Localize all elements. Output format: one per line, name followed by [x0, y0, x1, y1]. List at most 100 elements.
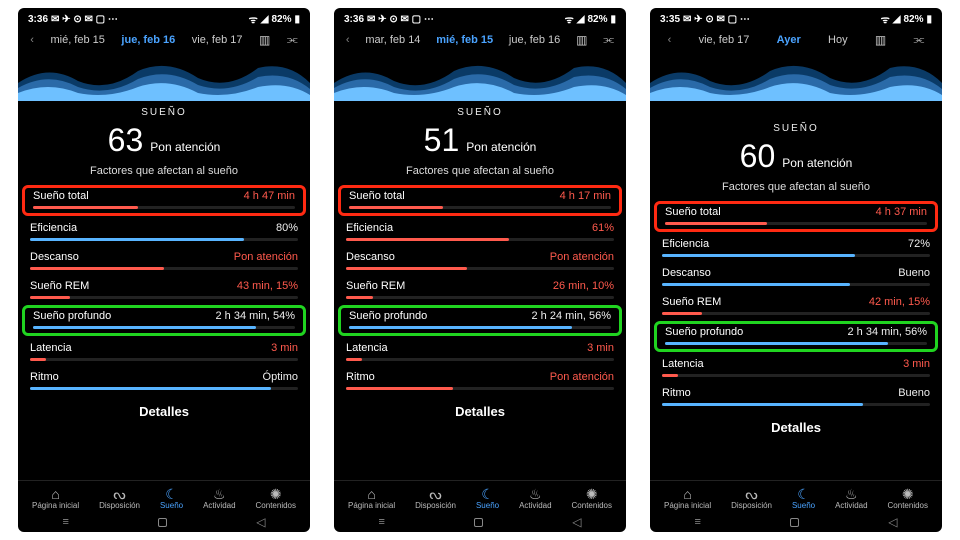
metric-rem[interactable]: Sueño REM42 min, 15%: [650, 292, 942, 319]
factors-title: Factores que afectan al sueño: [650, 181, 942, 193]
tab-activity[interactable]: ♨Actividad: [519, 487, 551, 510]
home-nav-icon[interactable]: [790, 518, 799, 527]
date-current[interactable]: jue, feb 16: [121, 34, 175, 46]
share-icon[interactable]: ⫘: [914, 32, 925, 47]
back-nav-icon[interactable]: ◁: [572, 515, 581, 529]
details-heading[interactable]: Detalles: [18, 404, 310, 419]
phone-screenshot-3: 3:35 ✉ ✈ ⊙ ✉ ▢ ⋯ ᯤ ◢ 82% ▮ ‹ vie, feb 17…: [650, 8, 942, 532]
metric-lat[interactable]: Latencia3 min: [334, 338, 626, 365]
metric-label: Eficiencia: [346, 222, 393, 234]
metric-bar: [662, 312, 930, 315]
back-icon[interactable]: ‹: [346, 34, 350, 46]
metric-rit[interactable]: RitmoBueno: [650, 383, 942, 410]
metric-value: 2 h 34 min, 54%: [216, 310, 296, 322]
metric-label: Ritmo: [662, 387, 691, 399]
metric-eff[interactable]: Eficiencia72%: [650, 234, 942, 261]
status-bar: 3:36 ✉ ✈ ⊙ ✉ ▢ ⋯ ᯤ ◢ 82% ▮: [334, 8, 626, 28]
date-selector[interactable]: ‹ mié, feb 15 jue, feb 16 vie, feb 17 ▥ …: [18, 28, 310, 53]
metric-lat[interactable]: Latencia3 min: [650, 354, 942, 381]
details-heading[interactable]: Detalles: [650, 420, 942, 435]
date-prev[interactable]: vie, feb 17: [699, 34, 750, 46]
battery-text: 82%: [903, 14, 923, 25]
metric-rest[interactable]: DescansoBueno: [650, 263, 942, 290]
status-icons: ✉ ✈ ⊙ ✉ ▢ ⋯: [683, 14, 750, 25]
metric-rem[interactable]: Sueño REM43 min, 15%: [18, 276, 310, 303]
sleep-score: 51: [424, 122, 460, 159]
date-prev[interactable]: mar, feb 14: [365, 34, 420, 46]
back-icon[interactable]: ‹: [668, 34, 672, 46]
metric-deep[interactable]: Sueño profundo2 h 34 min, 54%: [22, 305, 306, 336]
calendar-icon[interactable]: ▥: [875, 33, 886, 47]
section-title: SUEÑO: [334, 107, 626, 118]
metric-bar: [346, 358, 614, 361]
metric-eff[interactable]: Eficiencia61%: [334, 218, 626, 245]
metric-total[interactable]: Sueño total4 h 47 min: [22, 185, 306, 216]
tab-sleep[interactable]: ☾Sueño: [160, 487, 183, 510]
metric-total[interactable]: Sueño total 4 h 37 min: [654, 201, 938, 232]
home-nav-icon[interactable]: [474, 518, 483, 527]
back-icon[interactable]: ‹: [30, 34, 34, 46]
date-next[interactable]: jue, feb 16: [509, 34, 560, 46]
share-icon[interactable]: ⫘: [603, 32, 614, 47]
moon-icon: ☾: [160, 487, 183, 501]
date-current[interactable]: Ayer: [777, 34, 801, 46]
metric-lat[interactable]: Latencia3 min: [18, 338, 310, 365]
tab-sleep[interactable]: ☾Sueño: [476, 487, 499, 510]
section-title: SUEÑO: [18, 107, 310, 118]
metric-rit[interactable]: RitmoÓptimo: [18, 367, 310, 394]
metric-deep[interactable]: Sueño profundo2 h 34 min, 56%: [654, 321, 938, 352]
tab-content[interactable]: ✺Contenidos: [572, 487, 612, 510]
date-prev[interactable]: mié, feb 15: [50, 34, 104, 46]
metric-label: Sueño total: [665, 206, 721, 218]
tab-home[interactable]: ⌂Página inicial: [664, 487, 711, 510]
date-next[interactable]: Hoy: [828, 34, 848, 46]
tab-activity[interactable]: ♨Actividad: [835, 487, 867, 510]
android-navbar: ≡ ◁: [18, 514, 310, 530]
date-selector[interactable]: ‹ mar, feb 14 mié, feb 15 jue, feb 16 ▥ …: [334, 28, 626, 53]
details-heading[interactable]: Detalles: [334, 404, 626, 419]
sleep-stages-chart[interactable]: [650, 53, 942, 101]
sleep-stages-chart[interactable]: [334, 53, 626, 101]
metric-rit[interactable]: RitmoPon atención: [334, 367, 626, 394]
home-nav-icon[interactable]: [158, 518, 167, 527]
metric-eff[interactable]: Eficiencia80%: [18, 218, 310, 245]
date-current[interactable]: mié, feb 15: [436, 34, 493, 46]
back-nav-icon[interactable]: ◁: [256, 515, 265, 529]
tab-sleep[interactable]: ☾Sueño: [792, 487, 815, 510]
back-nav-icon[interactable]: ◁: [888, 515, 897, 529]
home-icon: ⌂: [32, 487, 79, 501]
tab-content[interactable]: ✺Contenidos: [888, 487, 928, 510]
calendar-icon[interactable]: ▥: [576, 33, 587, 47]
score-row: 51 Pon atención: [334, 122, 626, 159]
metric-rem[interactable]: Sueño REM26 min, 10%: [334, 276, 626, 303]
tab-readiness[interactable]: ᔓDisposición: [415, 487, 456, 510]
calendar-icon[interactable]: ▥: [259, 33, 270, 47]
sleep-stages-chart[interactable]: [18, 53, 310, 101]
metric-rest[interactable]: DescansoPon atención: [18, 247, 310, 274]
tab-home[interactable]: ⌂Página inicial: [32, 487, 79, 510]
metric-label: Sueño REM: [346, 280, 405, 292]
metric-bar: [346, 387, 614, 390]
metric-bar: [662, 403, 930, 406]
battery-icon: ▮: [294, 14, 300, 25]
metric-value: 4 h 37 min: [876, 206, 927, 218]
bottom-tabbar: ⌂Página inicial ᔓDisposición ☾Sueño ♨Act…: [334, 480, 626, 514]
recents-icon[interactable]: ≡: [379, 516, 385, 528]
tab-content[interactable]: ✺Contenidos: [256, 487, 296, 510]
metric-value: 4 h 17 min: [560, 190, 611, 202]
tab-readiness[interactable]: ᔓDisposición: [731, 487, 772, 510]
tab-home[interactable]: ⌂Página inicial: [348, 487, 395, 510]
tab-readiness[interactable]: ᔓDisposición: [99, 487, 140, 510]
metric-value: 3 min: [271, 342, 298, 354]
metric-rest[interactable]: DescansoPon atención: [334, 247, 626, 274]
date-next[interactable]: vie, feb 17: [192, 34, 243, 46]
metric-total[interactable]: Sueño total4 h 17 min: [338, 185, 622, 216]
recents-icon[interactable]: ≡: [695, 516, 701, 528]
share-icon[interactable]: ⫘: [287, 32, 298, 47]
date-selector[interactable]: ‹ vie, feb 17 Ayer Hoy ▥ ⫘: [650, 28, 942, 53]
status-time: 3:36: [28, 14, 48, 25]
tab-activity[interactable]: ♨Actividad: [203, 487, 235, 510]
metric-bar: [30, 296, 298, 299]
metric-deep[interactable]: Sueño profundo2 h 24 min, 56%: [338, 305, 622, 336]
recents-icon[interactable]: ≡: [63, 516, 69, 528]
